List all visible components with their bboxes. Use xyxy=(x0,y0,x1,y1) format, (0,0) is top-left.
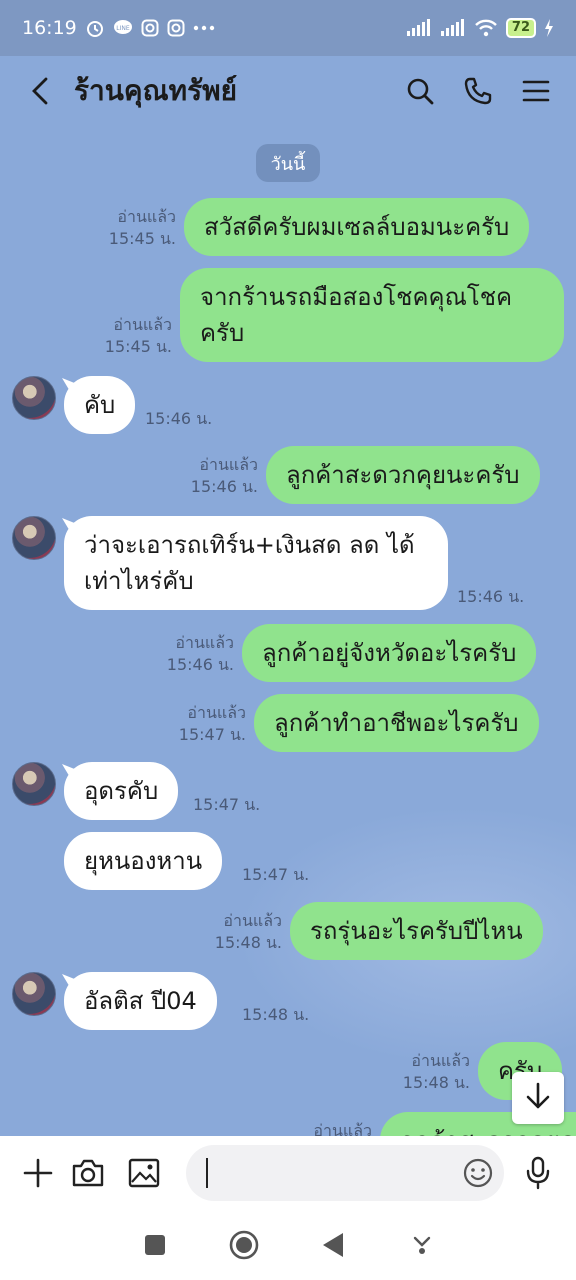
instagram-icon xyxy=(141,19,159,37)
outgoing-message[interactable]: สวัสดีครับผมเซลล์บอมนะครับ xyxy=(184,198,530,256)
charging-icon xyxy=(544,19,554,37)
message-time: 15:46 น. xyxy=(166,655,234,674)
message-meta: อ่านแล้ว 15:45 น. xyxy=(92,314,172,358)
date-divider: วันนี้ xyxy=(256,144,320,182)
status-bar: 16:19 LINE 72 xyxy=(0,0,576,56)
recents-icon[interactable] xyxy=(137,1227,173,1263)
message-meta: อ่านแล้ว 15:48 น. xyxy=(202,910,282,954)
scroll-to-bottom-button[interactable] xyxy=(512,1072,564,1124)
instagram-icon xyxy=(167,19,185,37)
incoming-message[interactable]: ว่าจะเอารถเทิร์น+เงินสด ลด ได้เท่าไหร่คั… xyxy=(64,516,448,610)
arrow-down-icon xyxy=(524,1081,552,1115)
back-icon[interactable] xyxy=(22,73,58,109)
read-receipt: อ่านแล้ว xyxy=(199,455,258,474)
read-receipt: อ่านแล้ว xyxy=(313,1121,372,1136)
message-meta: อ่านแล้ว 15:45 น. xyxy=(96,206,176,250)
emoji-icon[interactable] xyxy=(460,1155,496,1191)
read-receipt: อ่านแล้ว xyxy=(113,315,172,334)
status-time: 16:19 xyxy=(22,17,77,39)
message-time: 15:46 น. xyxy=(145,409,213,428)
incoming-message[interactable]: อัลติส ปี04 xyxy=(64,972,217,1030)
outgoing-message[interactable]: ลูกค้าสะดวกคุยนะครับ xyxy=(266,446,540,504)
outgoing-message[interactable]: จากร้านรถมือสองโชคคุณโชค ครับ xyxy=(180,268,564,362)
line-icon: LINE xyxy=(113,18,133,38)
message-time: 15:48 น. xyxy=(214,933,282,952)
read-receipt: อ่านแล้ว xyxy=(175,633,234,652)
alarm-icon xyxy=(85,18,105,38)
message-meta: อ่านแล้ว 15:48 น. xyxy=(390,1050,470,1094)
message-input[interactable] xyxy=(186,1145,504,1201)
avatar[interactable] xyxy=(12,762,56,806)
wifi-icon xyxy=(474,19,498,37)
back-triangle-icon[interactable] xyxy=(315,1227,351,1263)
message-time: 15:46 น. xyxy=(190,477,258,496)
signal-icon xyxy=(406,19,432,37)
signal-icon xyxy=(440,19,466,37)
message-time: 15:47 น. xyxy=(193,795,261,814)
incoming-message[interactable]: อุดรคับ xyxy=(64,762,179,820)
read-receipt: อ่านแล้ว xyxy=(187,703,246,722)
system-navigation-bar xyxy=(0,1210,576,1280)
message-input-bar xyxy=(0,1136,576,1210)
battery-icon: 72 xyxy=(505,18,536,38)
menu-icon[interactable] xyxy=(518,73,554,109)
svg-text:LINE: LINE xyxy=(116,25,130,32)
message-time: 15:46 น. xyxy=(457,587,525,606)
message-time: 15:47 น. xyxy=(242,865,310,884)
message-time: 15:48 น. xyxy=(242,1005,310,1024)
message-time: 15:45 น. xyxy=(108,229,176,248)
read-receipt: อ่านแล้ว xyxy=(117,207,176,226)
more-icon xyxy=(193,25,215,31)
outgoing-message[interactable]: ลูกค้าอยู่จังหวัดอะไรครับ xyxy=(242,624,537,682)
message-meta: อ่านแล้ว 15:46 น. xyxy=(154,632,234,676)
home-icon[interactable] xyxy=(226,1227,262,1263)
message-meta: อ่านแล้ว xyxy=(292,1120,372,1136)
text-cursor xyxy=(206,1158,208,1188)
outgoing-message[interactable]: ลูกค้าทำอาชีพอะไรครับ xyxy=(254,694,539,752)
chat-area[interactable]: วันนี้ อ่านแล้ว 15:45 น. สวัสดีครับผมเซล… xyxy=(0,126,576,1136)
message-time: 15:48 น. xyxy=(402,1073,470,1092)
read-receipt: อ่านแล้ว xyxy=(411,1051,470,1070)
incoming-message[interactable]: คับ xyxy=(64,376,136,434)
chat-header: ร้านคุณทรัพย์ xyxy=(0,56,576,126)
message-time: 15:45 น. xyxy=(104,337,172,356)
avatar[interactable] xyxy=(12,972,56,1016)
camera-icon[interactable] xyxy=(70,1155,106,1191)
outgoing-message[interactable]: รถรุ่นอะไรครับปีไหน xyxy=(290,902,543,960)
message-time: 15:47 น. xyxy=(178,725,246,744)
avatar[interactable] xyxy=(12,516,56,560)
image-icon[interactable] xyxy=(126,1155,162,1191)
search-icon[interactable] xyxy=(402,73,438,109)
assist-icon[interactable] xyxy=(404,1227,440,1263)
message-meta: อ่านแล้ว 15:47 น. xyxy=(166,702,246,746)
plus-icon[interactable] xyxy=(20,1155,56,1191)
message-meta: อ่านแล้ว 15:46 น. xyxy=(178,454,258,498)
mic-icon[interactable] xyxy=(520,1155,556,1191)
read-receipt: อ่านแล้ว xyxy=(223,911,282,930)
chat-title: ร้านคุณทรัพย์ xyxy=(74,74,237,107)
incoming-message[interactable]: ยุหนองหาน xyxy=(64,832,223,890)
phone-icon[interactable] xyxy=(460,73,496,109)
avatar[interactable] xyxy=(12,376,56,420)
